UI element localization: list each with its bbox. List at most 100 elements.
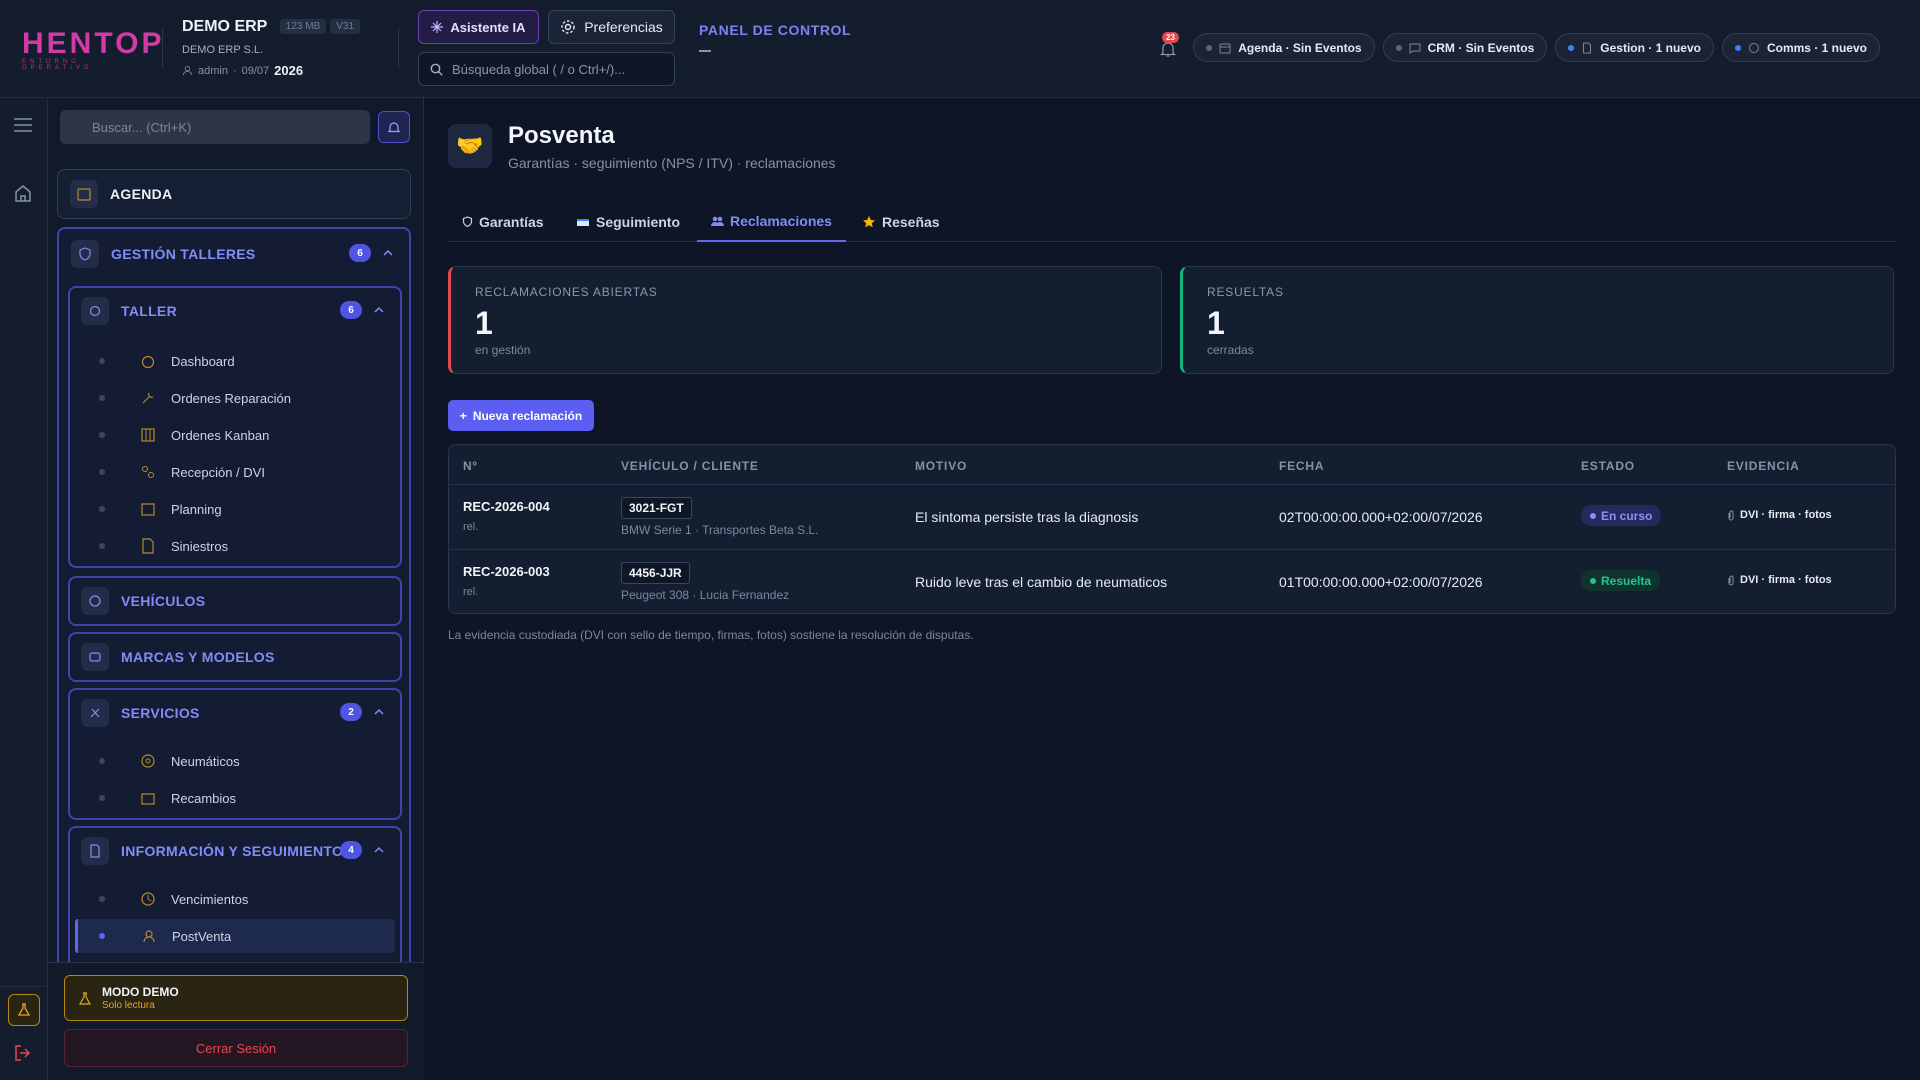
column-header-estado[interactable]: ESTADO — [1581, 459, 1635, 473]
logout-icon[interactable] — [14, 1044, 32, 1062]
logout-button[interactable]: Cerrar Sesión — [64, 1029, 408, 1067]
item-bullet — [99, 432, 105, 438]
servicios-header[interactable]: SERVICIOS — [81, 699, 200, 727]
gear-icon — [561, 20, 575, 34]
clipboard-icon — [142, 466, 154, 478]
tab-seguimiento[interactable]: Seguimiento — [576, 202, 680, 242]
message-square-icon — [1409, 43, 1421, 54]
calendar-icon — [1219, 43, 1231, 53]
status-label: En curso — [1601, 508, 1653, 523]
chevron-up-icon[interactable] — [383, 248, 393, 258]
chip-crm[interactable]: CRM · Sin Eventos — [1382, 33, 1548, 62]
icon-rail — [0, 98, 48, 1080]
sidebar-group-gestion-talleres: GESTIÓN TALLERES 6 TALLER 6 Dashboard Or… — [57, 227, 411, 964]
new-claim-button[interactable]: + Nueva reclamación — [448, 400, 594, 431]
sidebar-item-vencimientos[interactable]: Vencimientos — [70, 882, 370, 916]
taller-header[interactable]: TALLER — [81, 297, 177, 325]
taller-count-badge: 6 — [340, 301, 362, 319]
notification-count: 23 — [1162, 32, 1179, 43]
status-label: Resuelta — [1601, 573, 1652, 588]
vehiculos-label: VEHÍCULOS — [121, 593, 206, 609]
home-icon[interactable] — [14, 184, 32, 202]
gestion-label: GESTIÓN TALLERES — [111, 246, 256, 262]
chip-label: Agenda · Sin Eventos — [1238, 40, 1362, 55]
sidebar-item-siniestros[interactable]: Siniestros — [70, 529, 370, 563]
shield-icon — [462, 216, 473, 228]
chip-agenda[interactable]: Agenda · Sin Eventos — [1193, 33, 1375, 62]
tab-garantias[interactable]: Garantías — [462, 202, 544, 242]
org-name: DEMO ERP — [182, 18, 268, 35]
hamburger-menu-icon[interactable] — [14, 118, 32, 132]
document-icon — [1583, 42, 1592, 53]
chip-status-dot — [1734, 44, 1741, 51]
table-row[interactable]: REC-2026-004 rel. 3021-FGT BMW Serie 1 ·… — [449, 484, 1895, 549]
user-name: admin — [198, 64, 228, 77]
panel-underline — [699, 50, 711, 52]
column-header-numero[interactable]: Nº — [463, 459, 478, 473]
sidebar-item-postventa[interactable]: PostVenta — [75, 919, 395, 953]
evidence-cell[interactable]: DVI · firma · fotos — [1727, 509, 1832, 521]
global-search-input[interactable]: Búsqueda global ( / o Ctrl+/)... — [418, 52, 675, 86]
sidebar: Buscar... (Ctrl+K) AGENDA GESTIÓN TALLER… — [48, 98, 424, 1080]
sidebar-item-vehiculos[interactable]: VEHÍCULOS — [68, 576, 402, 626]
sidebar-item-agenda[interactable]: AGENDA — [57, 169, 411, 219]
main-content: 🤝 Posventa Garantías · seguimiento (NPS … — [448, 98, 1896, 1080]
stat-card-reclamaciones-abiertas: RECLAMACIONES ABIERTAS 1 en gestión — [448, 266, 1162, 374]
wrench-icon — [142, 392, 154, 404]
bell-icon — [388, 121, 400, 132]
tab-bar: Garantías Seguimiento Reclamaciones Rese… — [448, 202, 1896, 242]
calendar-icon — [70, 180, 98, 208]
sidebar-item-marcas-modelos[interactable]: MARCAS Y MODELOS — [68, 632, 402, 682]
notifications-button[interactable]: 23 — [1158, 32, 1179, 58]
stat-value: 1 — [1207, 305, 1225, 341]
chip-status-dot — [1395, 44, 1402, 51]
column-header-vehiculo[interactable]: VEHÍCULO / CLIENTE — [621, 459, 759, 473]
logo-text: HENTOP — [22, 27, 165, 60]
panel-title[interactable]: PANEL DE CONTROL — [699, 22, 851, 38]
sidebar-item-dashboard[interactable]: Dashboard — [70, 344, 370, 378]
chevron-up-icon[interactable] — [374, 707, 384, 717]
claim-id[interactable]: REC-2026-004 — [463, 499, 550, 514]
status-chips: Agenda · Sin Eventos CRM · Sin Eventos G… — [1193, 33, 1880, 62]
sidebar-search-input[interactable]: Buscar... (Ctrl+K) — [60, 110, 370, 144]
sidebar-item-ordenes-kanban[interactable]: Ordenes Kanban — [70, 418, 370, 452]
chip-comms[interactable]: Comms · 1 nuevo — [1721, 33, 1880, 62]
demo-mode-rail-button[interactable] — [8, 994, 40, 1026]
evidence-footnote: La evidencia custodiada (DVI con sello d… — [448, 628, 974, 642]
license-plate: 4456-JJR — [621, 562, 690, 584]
tab-reclamaciones[interactable]: Reclamaciones — [697, 202, 846, 242]
table-row[interactable]: REC-2026-003 rel. 4456-JJR Peugeot 308 ·… — [449, 549, 1895, 614]
file-warning-icon — [142, 538, 154, 554]
chip-gestion[interactable]: Gestion · 1 nuevo — [1555, 33, 1714, 62]
ai-assistant-button[interactable]: Asistente IA — [418, 10, 539, 44]
chevron-up-icon[interactable] — [374, 845, 384, 855]
logo[interactable]: HENTOP ENTORNO OPERATIVO — [22, 27, 165, 72]
global-search-placeholder: Búsqueda global ( / o Ctrl+/)... — [452, 61, 626, 77]
box-icon — [141, 793, 155, 805]
tab-resenas[interactable]: Reseñas — [862, 202, 940, 242]
evidence-cell[interactable]: DVI · firma · fotos — [1727, 574, 1832, 586]
sidebar-item-ordenes-reparacion[interactable]: Ordenes Reparación — [70, 381, 370, 415]
sidebar-item-recambios[interactable]: Recambios — [70, 781, 370, 815]
gestion-header[interactable]: GESTIÓN TALLERES — [71, 240, 256, 268]
marcas-label: MARCAS Y MODELOS — [121, 649, 275, 665]
column-header-evidencia[interactable]: EVIDENCIA — [1727, 459, 1800, 473]
sidebar-item-label: Planning — [171, 501, 222, 517]
claim-date: 02T00:00:00.000+02:00/07/2026 — [1279, 509, 1483, 525]
informacion-header[interactable]: INFORMACIÓN Y SEGUIMIENTO — [81, 837, 343, 865]
chevron-up-icon[interactable] — [374, 305, 384, 315]
sidebar-item-recepcion-dvi[interactable]: Recepción / DVI — [70, 455, 370, 489]
preferences-button[interactable]: Preferencias — [548, 10, 675, 44]
demo-mode-title: MODO DEMO — [102, 985, 179, 999]
claim-id[interactable]: REC-2026-003 — [463, 564, 550, 579]
plus-icon: + — [459, 408, 467, 423]
column-header-fecha[interactable]: FECHA — [1279, 459, 1324, 473]
sidebar-item-planning[interactable]: Planning — [70, 492, 370, 526]
flask-icon — [17, 1003, 31, 1016]
current-year: 2026 — [274, 63, 304, 78]
storage-badge: 123 MB — [279, 19, 327, 34]
sidebar-notifications-button[interactable] — [378, 111, 410, 143]
column-header-motivo[interactable]: MOTIVO — [915, 459, 967, 473]
sidebar-item-neumaticos[interactable]: Neumáticos — [70, 744, 370, 778]
user-icon — [182, 66, 193, 76]
